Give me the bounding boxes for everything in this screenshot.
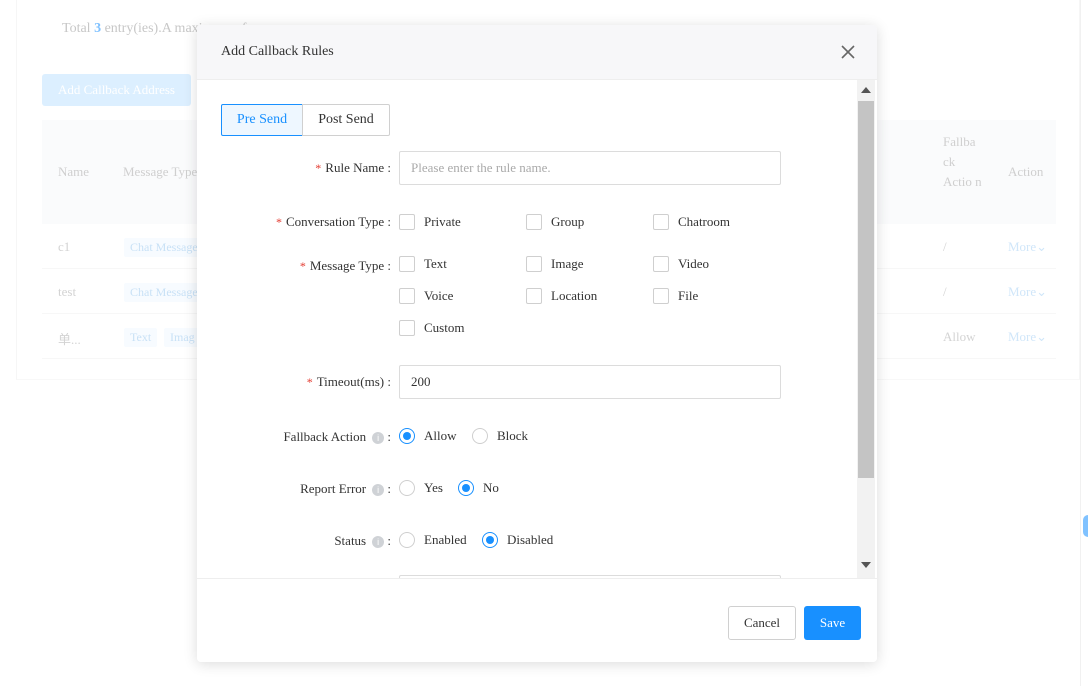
add-callback-rules-dialog: Add Callback Rules Pre Send Post Send * R… [197, 25, 877, 662]
checkbox-box [526, 256, 542, 272]
rule-name-label: * Rule Name : [315, 160, 391, 175]
radio-dot [399, 532, 415, 548]
fallback-action-label: Fallback Action i : [283, 429, 391, 444]
radio-dot [458, 480, 474, 496]
checkbox-video[interactable]: Video [653, 256, 709, 272]
message-type-label: * Message Type : [299, 258, 391, 273]
dialog-scrollbar[interactable] [857, 80, 875, 578]
checkbox-location[interactable]: Location [526, 288, 597, 304]
radio-status-disabled[interactable]: Disabled [482, 532, 553, 548]
tab-pre-send[interactable]: Pre Send [221, 104, 303, 136]
required-asterisk: * [315, 161, 322, 175]
checkbox-image[interactable]: Image [526, 256, 583, 272]
status-label: Status i : [334, 533, 391, 548]
radio-report-error-yes[interactable]: Yes [399, 480, 443, 496]
checkbox-box [399, 320, 415, 336]
timeout-label: * Timeout(ms) : [306, 374, 391, 389]
close-icon[interactable] [838, 42, 858, 62]
info-icon[interactable]: i [372, 484, 385, 496]
checkbox-box [526, 288, 542, 304]
radio-dot [472, 428, 488, 444]
checkbox-box [653, 288, 669, 304]
scroll-up-arrow-icon[interactable] [861, 87, 871, 93]
radio-dot [482, 532, 498, 548]
timeout-input[interactable] [399, 365, 781, 399]
checkbox-private[interactable]: Private [399, 214, 461, 230]
dialog-footer: Cancel Save [197, 578, 877, 662]
rule-name-input[interactable] [399, 151, 781, 185]
info-icon[interactable]: i [372, 536, 385, 548]
scroll-down-arrow-icon[interactable] [861, 562, 871, 568]
radio-fallback-allow[interactable]: Allow [399, 428, 457, 444]
radio-fallback-block[interactable]: Block [472, 428, 528, 444]
save-button[interactable]: Save [804, 606, 861, 640]
checkbox-voice[interactable]: Voice [399, 288, 453, 304]
required-asterisk: * [299, 259, 306, 273]
report-error-label: Report Error i : [300, 481, 391, 496]
radio-status-enabled[interactable]: Enabled [399, 532, 467, 548]
radio-report-error-no[interactable]: No [458, 480, 499, 496]
checkbox-group[interactable]: Group [526, 214, 584, 230]
checkbox-chatroom[interactable]: Chatroom [653, 214, 730, 230]
info-icon[interactable]: i [372, 432, 385, 444]
cancel-button[interactable]: Cancel [728, 606, 796, 640]
radio-dot [399, 428, 415, 444]
checkbox-box [653, 256, 669, 272]
checkbox-text[interactable]: Text [399, 256, 447, 272]
radio-dot [399, 480, 415, 496]
checkbox-box [526, 214, 542, 230]
checkbox-box [399, 214, 415, 230]
checkbox-box [399, 288, 415, 304]
checkbox-custom[interactable]: Custom [399, 320, 464, 336]
checkbox-box [653, 214, 669, 230]
required-asterisk: * [306, 375, 313, 389]
checkbox-box [399, 256, 415, 272]
conversation-type-label: * Conversation Type : [275, 214, 391, 229]
dialog-body: Pre Send Post Send *Rule Name : *Convers… [197, 80, 877, 578]
required-asterisk: * [275, 215, 282, 229]
checkbox-file[interactable]: File [653, 288, 698, 304]
tab-post-send[interactable]: Post Send [302, 104, 390, 136]
dialog-title: Add Callback Rules [221, 44, 334, 59]
scroll-thumb[interactable] [858, 101, 874, 478]
dialog-header: Add Callback Rules [197, 25, 877, 80]
